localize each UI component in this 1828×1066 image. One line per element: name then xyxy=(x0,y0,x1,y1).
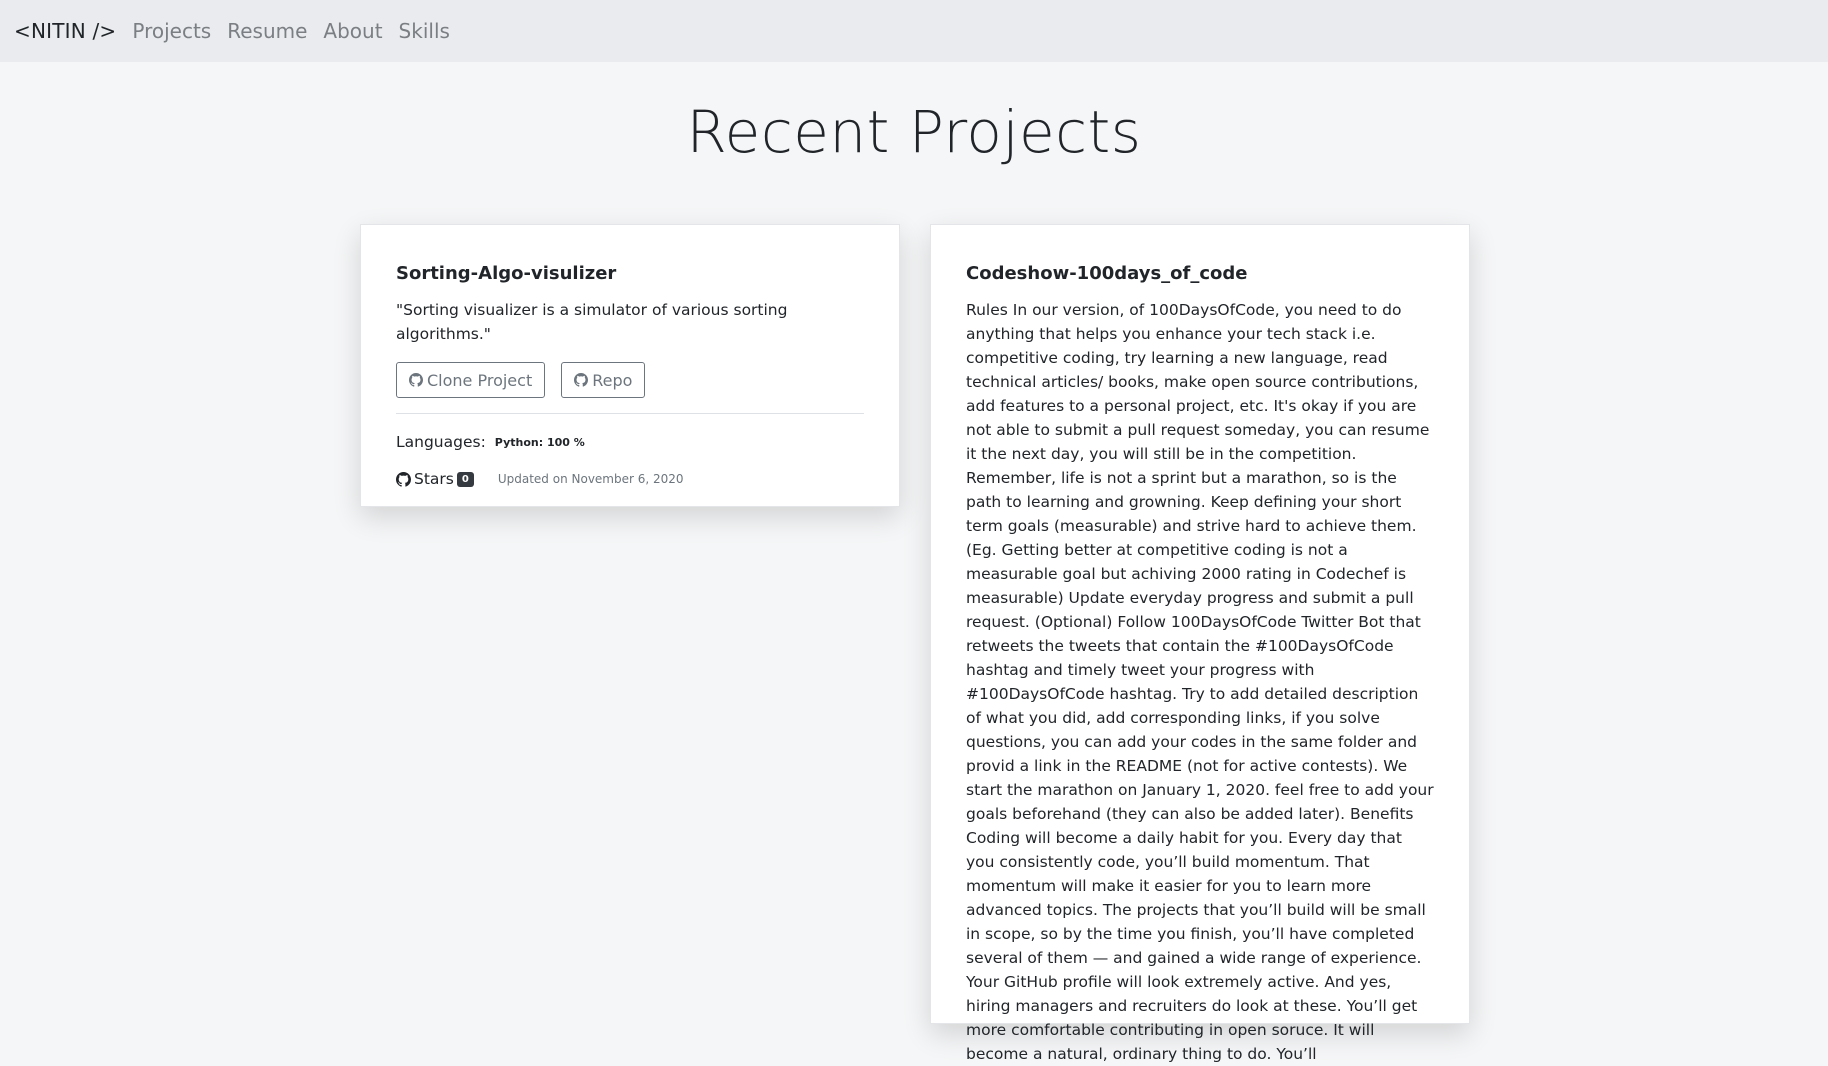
stars-count-badge: 0 xyxy=(456,471,474,487)
project-card: Codeshow-100days_of_code Rules In our ve… xyxy=(930,224,1470,1063)
languages-label: Languages: xyxy=(396,433,486,451)
github-icon xyxy=(409,373,423,387)
github-icon xyxy=(396,471,411,487)
github-icon xyxy=(574,373,589,387)
stars-label: Stars xyxy=(414,470,454,488)
clone-project-label: Clone Project xyxy=(427,370,533,390)
project-title: Codeshow-100days_of_code xyxy=(966,263,1248,284)
project-title: Sorting-Algo-visulizer xyxy=(396,263,617,284)
nav-link-resume[interactable]: Resume xyxy=(227,19,307,43)
brand-logo[interactable]: <NITIN /> xyxy=(14,19,116,43)
languages-row: Languages: Python: 100 % xyxy=(396,433,864,451)
nav-link-about[interactable]: About xyxy=(323,19,382,43)
updated-date: Updated on November 6, 2020 xyxy=(497,472,684,486)
divider xyxy=(396,413,864,414)
project-card: Sorting-Algo-visulizer "Sorting visualiz… xyxy=(360,224,900,507)
clone-project-button[interactable]: Clone Project xyxy=(396,362,546,398)
repo-label: Repo xyxy=(592,370,633,390)
project-description: Rules In our version, of 100DaysOfCode, … xyxy=(966,301,1434,1063)
language-badge: Python: 100 % xyxy=(494,435,585,449)
nav-link-skills[interactable]: Skills xyxy=(399,19,450,43)
stars-row: Stars 0 Updated on November 6, 2020 xyxy=(396,470,864,488)
page-title: Recent Projects xyxy=(686,98,1142,166)
nav-links: Projects Resume About Skills xyxy=(127,19,461,43)
repo-button[interactable]: Repo xyxy=(561,362,646,398)
nav-link-projects[interactable]: Projects xyxy=(132,19,211,43)
project-description: "Sorting visualizer is a simulator of va… xyxy=(396,301,788,343)
navbar: <NITIN /> Projects Resume About Skills xyxy=(0,0,1828,62)
